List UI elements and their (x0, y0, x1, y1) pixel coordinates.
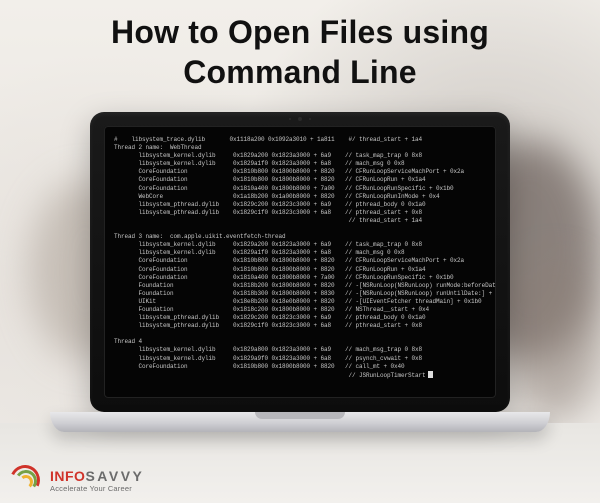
terminal-cursor-icon (428, 371, 433, 378)
laptop-illustration: # libsystem_trace.dylib 0x1118a200 0x109… (90, 112, 510, 432)
brand-word-info: INFO (50, 468, 85, 484)
page-title: How to Open Files using Command Line (0, 12, 600, 92)
brand-name: INFOSAVVY (50, 469, 144, 483)
laptop-screen: # libsystem_trace.dylib 0x1118a200 0x109… (104, 126, 496, 398)
laptop-base (50, 412, 550, 432)
brand-tagline: Accelerate Your Career (50, 485, 144, 493)
logo-swoosh-icon (10, 467, 44, 495)
brand-word-savvy: SAVVY (85, 468, 144, 484)
laptop-lid: # libsystem_trace.dylib 0x1118a200 0x109… (90, 112, 510, 412)
webcam-icon (298, 117, 302, 121)
brand-logo: INFOSAVVY Accelerate Your Career (10, 467, 144, 495)
logo-text: INFOSAVVY Accelerate Your Career (50, 469, 144, 493)
background-blur-figure (510, 260, 600, 420)
title-line-2: Command Line (183, 54, 417, 90)
title-line-1: How to Open Files using (111, 14, 489, 50)
terminal-text: # libsystem_trace.dylib 0x1118a200 0x109… (114, 136, 496, 379)
terminal-output: # libsystem_trace.dylib 0x1118a200 0x109… (114, 136, 486, 388)
